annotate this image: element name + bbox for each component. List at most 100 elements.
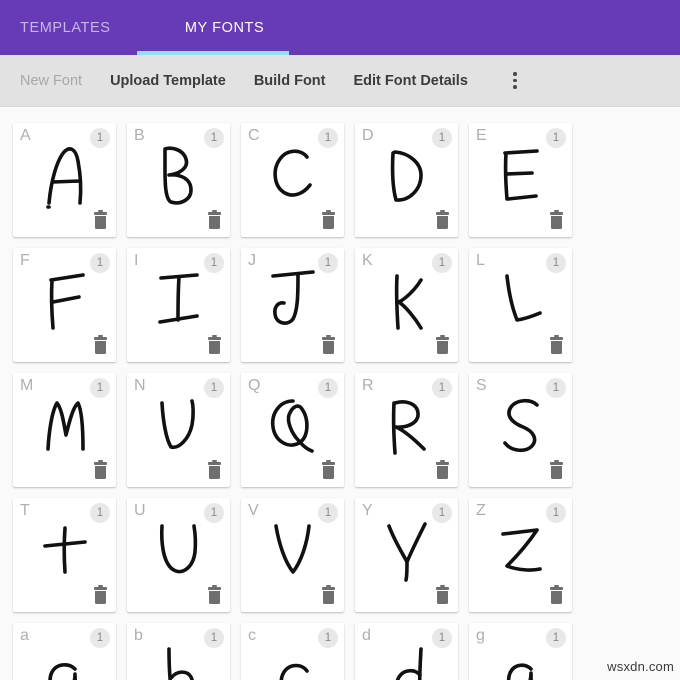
trash-icon[interactable]	[549, 460, 564, 480]
trash-icon[interactable]	[207, 210, 222, 230]
glyph-card[interactable]: g1	[469, 623, 572, 680]
glyph-card[interactable]: V1	[241, 498, 344, 612]
trash-body	[437, 341, 448, 355]
handwritten-glyph-preview	[127, 141, 230, 211]
tab-templates-label: TEMPLATES	[20, 19, 111, 36]
trash-icon[interactable]	[93, 335, 108, 355]
trash-icon[interactable]	[207, 460, 222, 480]
trash-lid	[322, 337, 335, 340]
site-watermark: wsxdn.com	[607, 659, 674, 674]
glyph-card[interactable]: F1	[13, 248, 116, 362]
trash-icon[interactable]	[207, 585, 222, 605]
trash-body	[551, 216, 562, 230]
glyph-card[interactable]: R1	[355, 373, 458, 487]
trash-body	[551, 341, 562, 355]
trash-icon[interactable]	[321, 585, 336, 605]
trash-body	[209, 341, 220, 355]
glyph-card[interactable]: K1	[355, 248, 458, 362]
glyph-card[interactable]: b1	[127, 623, 230, 680]
trash-icon[interactable]	[93, 460, 108, 480]
handwritten-glyph-preview	[127, 516, 230, 586]
glyph-card[interactable]: c1	[241, 623, 344, 680]
handwritten-glyph-preview	[127, 641, 230, 680]
trash-lid	[436, 587, 449, 590]
overflow-dot	[513, 72, 517, 76]
trash-icon[interactable]	[93, 585, 108, 605]
glyph-card[interactable]: U1	[127, 498, 230, 612]
glyph-card[interactable]: I1	[127, 248, 230, 362]
trash-body	[95, 591, 106, 605]
glyph-card[interactable]: d1	[355, 623, 458, 680]
trash-lid	[94, 212, 107, 215]
glyph-card[interactable]: a1	[13, 623, 116, 680]
trash-lid	[436, 462, 449, 465]
trash-body	[209, 466, 220, 480]
trash-lid	[550, 587, 563, 590]
glyph-card[interactable]: C1	[241, 123, 344, 237]
glyph-card[interactable]: N1	[127, 373, 230, 487]
tab-my-fonts[interactable]: MY FONTS	[149, 0, 301, 55]
trash-body	[437, 216, 448, 230]
trash-lid	[322, 587, 335, 590]
glyph-card-grid: A1B1C1D1E1 F1I1J1K1L1 M1N1Q1R1S1 T1U1V1Y1Z1…	[0, 107, 680, 680]
glyph-card[interactable]: L1	[469, 248, 572, 362]
trash-icon[interactable]	[207, 335, 222, 355]
trash-icon[interactable]	[549, 585, 564, 605]
handwritten-glyph-preview	[355, 641, 458, 680]
trash-lid	[322, 212, 335, 215]
trash-body	[209, 591, 220, 605]
handwritten-glyph-preview	[13, 266, 116, 336]
handwritten-glyph-preview	[241, 391, 344, 461]
handwritten-glyph-preview	[127, 266, 230, 336]
trash-body	[323, 466, 334, 480]
trash-body	[95, 216, 106, 230]
trash-icon[interactable]	[435, 460, 450, 480]
trash-icon[interactable]	[435, 585, 450, 605]
trash-icon[interactable]	[549, 335, 564, 355]
tab-my-fonts-label: MY FONTS	[184, 19, 265, 36]
trash-lid	[94, 587, 107, 590]
more-vertical-icon[interactable]	[502, 64, 528, 98]
trash-lid	[208, 587, 221, 590]
trash-icon[interactable]	[435, 335, 450, 355]
edit-font-details-button[interactable]: Edit Font Details	[339, 73, 481, 89]
glyph-card[interactable]: Q1	[241, 373, 344, 487]
trash-lid	[208, 462, 221, 465]
glyph-card[interactable]: Z1	[469, 498, 572, 612]
trash-icon[interactable]	[321, 335, 336, 355]
glyph-card[interactable]: A1	[13, 123, 116, 237]
trash-icon[interactable]	[321, 460, 336, 480]
handwritten-glyph-preview	[355, 141, 458, 211]
trash-body	[437, 466, 448, 480]
trash-icon[interactable]	[93, 210, 108, 230]
glyph-card[interactable]: E1	[469, 123, 572, 237]
trash-lid	[322, 462, 335, 465]
trash-icon[interactable]	[321, 210, 336, 230]
trash-lid	[208, 337, 221, 340]
glyph-card[interactable]: J1	[241, 248, 344, 362]
handwritten-glyph-preview	[469, 141, 572, 211]
trash-lid	[208, 212, 221, 215]
glyph-card[interactable]: B1	[127, 123, 230, 237]
glyph-card[interactable]: M1	[13, 373, 116, 487]
build-font-button[interactable]: Build Font	[240, 73, 340, 89]
handwritten-glyph-preview	[469, 641, 572, 680]
glyph-card[interactable]: Y1	[355, 498, 458, 612]
trash-icon[interactable]	[435, 210, 450, 230]
glyph-card[interactable]: D1	[355, 123, 458, 237]
trash-lid	[94, 337, 107, 340]
handwritten-glyph-preview	[13, 516, 116, 586]
tab-templates[interactable]: TEMPLATES	[0, 0, 131, 55]
trash-icon[interactable]	[549, 210, 564, 230]
trash-body	[437, 591, 448, 605]
glyph-card[interactable]: S1	[469, 373, 572, 487]
handwritten-glyph-preview	[13, 641, 116, 680]
trash-body	[209, 216, 220, 230]
handwritten-glyph-preview	[469, 391, 572, 461]
handwritten-glyph-preview	[469, 266, 572, 336]
top-tab-bar: TEMPLATES MY FONTS	[0, 0, 680, 55]
upload-template-button[interactable]: Upload Template	[96, 73, 240, 89]
new-font-button[interactable]: New Font	[6, 73, 96, 89]
glyph-card[interactable]: T1	[13, 498, 116, 612]
trash-body	[323, 216, 334, 230]
